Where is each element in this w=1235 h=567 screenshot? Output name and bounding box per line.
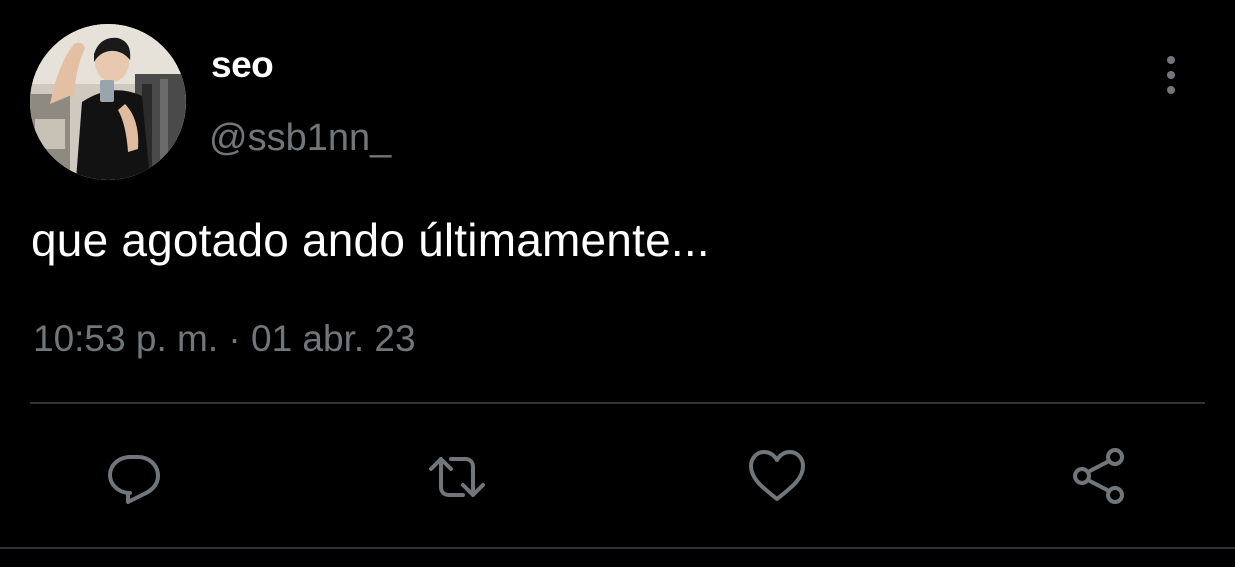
like-icon (749, 450, 805, 501)
author-display-name[interactable]: seo (211, 44, 274, 86)
more-options-button[interactable] (1152, 52, 1190, 98)
reply-icon (108, 455, 160, 504)
divider (30, 402, 1205, 404)
tweet-detail: seo @ssb1nn_ que agotado ando últimament… (0, 0, 1235, 567)
share-button[interactable] (1069, 447, 1129, 507)
avatar[interactable] (30, 24, 186, 180)
retweet-icon (429, 457, 485, 497)
tweet-text: que agotado ando últimamente... (31, 214, 710, 266)
like-button[interactable] (747, 447, 807, 507)
share-icon (1073, 448, 1124, 504)
author-handle[interactable]: @ssb1nn_ (209, 117, 391, 160)
retweet-button[interactable] (427, 447, 487, 507)
avatar-photo (30, 24, 186, 180)
reply-button[interactable] (104, 447, 164, 507)
bottom-divider (0, 547, 1235, 549)
tweet-timestamp[interactable]: 10:53 p. m. · 01 abr. 23 (33, 318, 416, 360)
more-vertical-icon (1167, 56, 1175, 94)
